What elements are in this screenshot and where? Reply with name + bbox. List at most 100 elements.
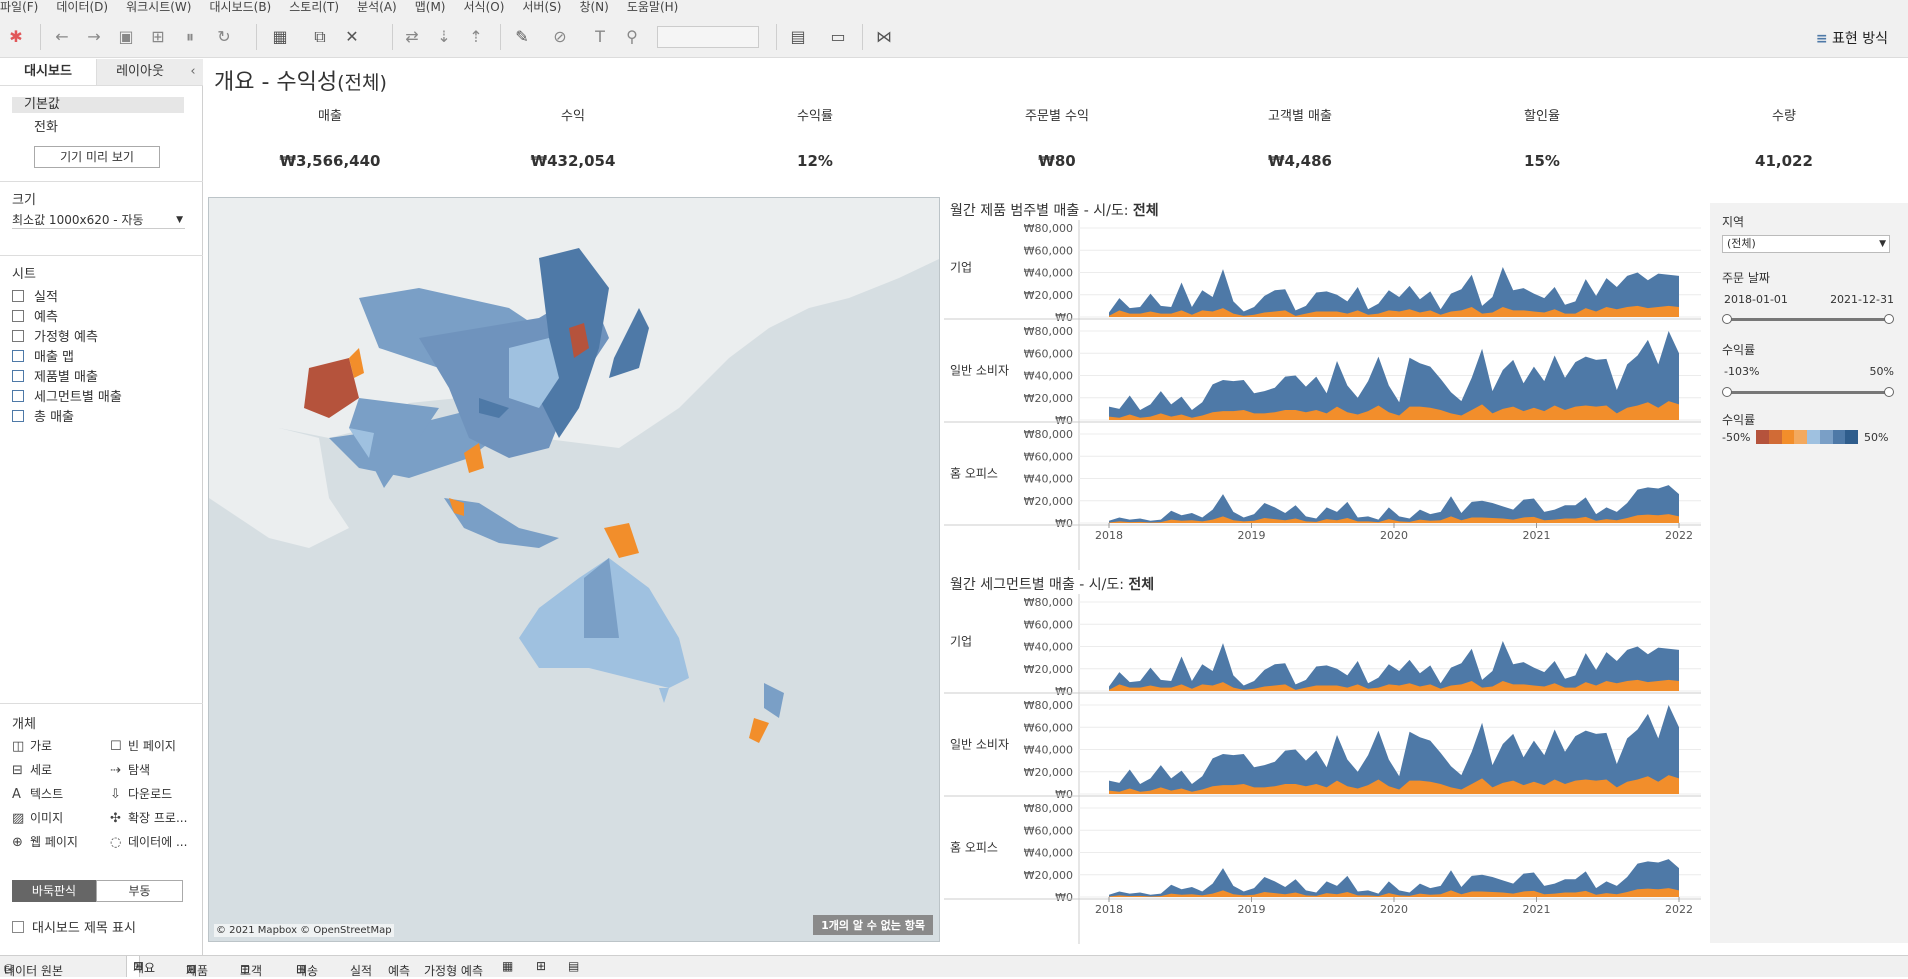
profit-slider-min-handle[interactable]	[1722, 387, 1732, 397]
sheet-item[interactable]: 예측	[12, 309, 58, 327]
presentation-mode-icon[interactable]: ▭	[826, 26, 850, 48]
object-webpage[interactable]: ⊕ 웹 페이지	[12, 833, 78, 851]
object-extension[interactable]: ✣ 확장 프로...	[110, 809, 187, 827]
new-dashboard-tab-icon[interactable]: ⊞	[536, 959, 546, 973]
menu-dashboard[interactable]: 대시보드(B)	[209, 0, 271, 15]
sheet-label: 예측	[34, 310, 58, 325]
menu-window[interactable]: 창(N)	[579, 0, 608, 15]
tiled-button[interactable]: 바둑판식	[12, 880, 96, 902]
new-datasource-icon[interactable]: ⊞	[146, 26, 170, 48]
object-download[interactable]: ⇩ 다운로드	[110, 785, 172, 803]
menu-worksheet[interactable]: 워크시트(W)	[126, 0, 191, 15]
menu-file[interactable]: 파일(F)	[0, 0, 38, 15]
toolbar-separator	[256, 24, 257, 50]
x-tick-label: 2022	[1665, 903, 1693, 916]
x-tick-label: 2019	[1238, 903, 1266, 916]
menu-format[interactable]: 서식(O)	[464, 0, 505, 15]
object-horizontal[interactable]: ◫ 가로	[12, 737, 52, 755]
y-tick-label: ₩20,000	[1024, 663, 1073, 676]
share-icon[interactable]: ⋈	[872, 26, 896, 48]
redo-icon[interactable]: →	[82, 26, 106, 48]
menu-map[interactable]: 맵(M)	[415, 0, 446, 15]
profit-filter-label: 수익률	[1722, 343, 1756, 357]
fit-dropdown[interactable]	[657, 26, 759, 48]
menu-server[interactable]: 서버(S)	[522, 0, 561, 15]
new-story-tab-icon[interactable]: ▤	[568, 959, 579, 973]
kpi-label: 주문별 수익	[1025, 109, 1089, 124]
region-filter-dropdown[interactable]: (전체) ▼	[1722, 235, 1890, 253]
date-slider-start-handle[interactable]	[1722, 314, 1732, 324]
pin-icon[interactable]: ⚲	[620, 26, 644, 48]
menu-help[interactable]: 도움말(H)	[627, 0, 679, 15]
sheet-item[interactable]: 매출 맵	[12, 349, 74, 367]
labels-icon[interactable]: T	[588, 26, 612, 48]
sheet-label: 가정형 예측	[34, 330, 98, 345]
swap-axes-icon[interactable]: ⇄	[400, 26, 424, 48]
y-tick-label: ₩60,000	[1024, 347, 1073, 360]
color-legend-min: -50%	[1722, 431, 1751, 444]
kpi-card: 고객별 매출 ₩4,486	[1180, 105, 1420, 170]
object-blank[interactable]: ☐ 빈 페이지	[110, 737, 176, 755]
sheet-item[interactable]: 총 매출	[12, 409, 74, 427]
kpi-label: 고객별 매출	[1268, 109, 1332, 124]
date-slider-track[interactable]	[1728, 318, 1888, 321]
kpi-card: 수량 41,022	[1664, 105, 1904, 170]
sheet-used-icon	[12, 370, 24, 382]
map-canvas	[209, 198, 939, 941]
new-worksheet-tab-icon[interactable]: ▦	[502, 959, 513, 973]
chart2-svg[interactable]: 기업 ₩0 ₩20,000 ₩40,000 ₩60,000 ₩80,000 일반 소비자 ₩0…	[944, 594, 1704, 944]
y-tick-label: ₩60,000	[1024, 244, 1073, 257]
undo-icon[interactable]: ←	[50, 26, 74, 48]
color-legend-ramp[interactable]	[1756, 430, 1858, 444]
chart1-svg[interactable]: 기업 ₩0 ₩20,000 ₩40,000 ₩60,000 ₩80,000 일반 소비자 ₩0…	[944, 220, 1704, 570]
new-worksheet-icon[interactable]: ▦	[268, 26, 292, 48]
tab-overview[interactable]: ⊞ 개요	[126, 956, 155, 977]
device-preview-button[interactable]: 기기 미리 보기	[34, 146, 160, 168]
sheet-item[interactable]: 세그먼트별 매출	[12, 389, 122, 407]
menu-analysis[interactable]: 분석(A)	[357, 0, 397, 15]
show-cards-icon[interactable]: ▤	[786, 26, 810, 48]
tab-label: 실적	[350, 964, 373, 978]
group-icon[interactable]: ⊘	[548, 26, 572, 48]
sheet-item[interactable]: 가정형 예측	[12, 329, 98, 347]
device-default[interactable]: 기본값	[12, 97, 184, 113]
menu-story[interactable]: 스토리(T)	[289, 0, 339, 15]
profit-slider-track[interactable]	[1728, 391, 1888, 394]
object-image[interactable]: ▨ 이미지	[12, 809, 63, 827]
navigation-icon: ⇢	[110, 763, 121, 778]
sort-ascending-icon[interactable]: ⇣	[432, 26, 456, 48]
profit-slider-max-handle[interactable]	[1884, 387, 1894, 397]
sort-descending-icon[interactable]: ⇡	[464, 26, 488, 48]
sheet-item[interactable]: 제품별 매출	[12, 369, 98, 387]
refresh-icon[interactable]: ↻	[212, 26, 236, 48]
vertical-icon: ⊟	[12, 763, 23, 778]
map-attribution[interactable]: © 2021 Mapbox © OpenStreetMap	[214, 924, 394, 937]
device-phone[interactable]: 전화	[34, 116, 58, 135]
highlight-icon[interactable]: ✎	[510, 26, 534, 48]
date-slider-end-handle[interactable]	[1884, 314, 1894, 324]
sales-map[interactable]: © 2021 Mapbox © OpenStreetMap 1개의 알 수 없는…	[208, 197, 940, 942]
menu-data[interactable]: 데이터(D)	[56, 0, 108, 15]
object-navigation[interactable]: ⇢ 탐색	[110, 761, 150, 779]
save-icon[interactable]: ▣	[114, 26, 138, 48]
object-vertical[interactable]: ⊟ 세로	[12, 761, 52, 779]
y-tick-label: ₩0	[1055, 517, 1073, 530]
area-series-total	[1109, 640, 1679, 691]
x-tick-label: 2018	[1095, 903, 1123, 916]
tab-dashboard[interactable]: 대시보드	[0, 59, 96, 85]
size-dropdown[interactable]: 최소값 1000x620 - 자동 ▼	[12, 211, 185, 229]
show-me-button[interactable]: ≡ 표현 방식	[1816, 28, 1888, 48]
unknown-items-badge[interactable]: 1개의 알 수 없는 항목	[813, 915, 933, 935]
collapse-pane-icon[interactable]: ‹	[183, 59, 203, 85]
object-text[interactable]: A 텍스트	[12, 785, 63, 803]
tab-layout[interactable]: 레이아웃	[96, 59, 183, 85]
pause-updates-icon[interactable]: ⏸	[178, 26, 202, 48]
duplicate-icon[interactable]: ⧉	[308, 26, 332, 48]
sheet-label: 실적	[34, 290, 58, 305]
sheet-item[interactable]: 실적	[12, 289, 58, 307]
show-title-checkbox[interactable]: 대시보드 제목 표시	[12, 917, 136, 936]
object-ask-data[interactable]: ◌ 데이터에 ...	[110, 833, 187, 851]
tableau-logo-icon[interactable]: ✱	[4, 26, 28, 48]
floating-button[interactable]: 부동	[96, 880, 183, 902]
clear-sheet-icon[interactable]: ✕	[340, 26, 364, 48]
